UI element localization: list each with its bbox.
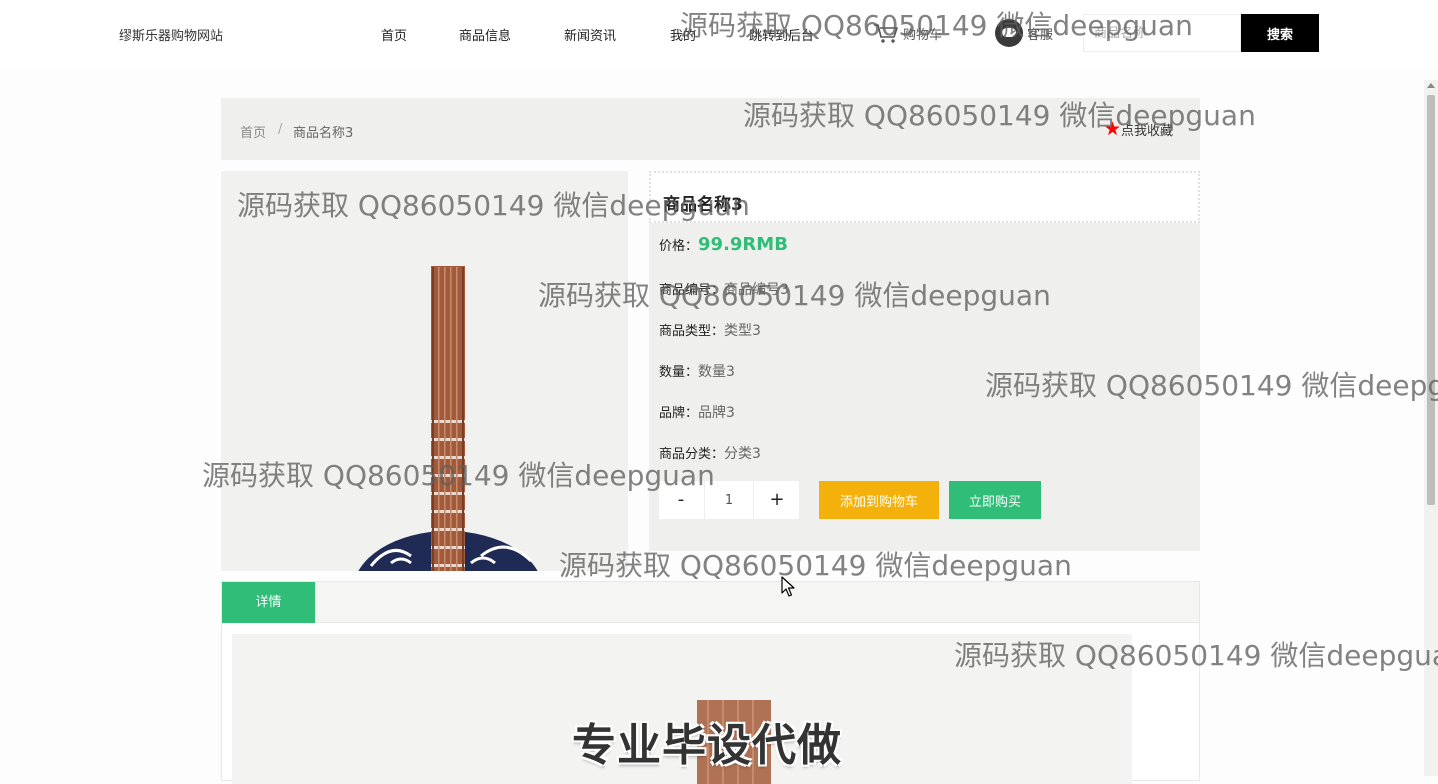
quantity-input[interactable] [704,481,754,519]
nav-news[interactable]: 新闻资讯 [564,25,616,44]
chat-bubble-icon [995,19,1023,47]
field-value: 类型3 [724,323,761,339]
field-row-quantity: 数量：数量3 [659,361,735,381]
breadcrumb: 首页 / 商品名称3 ★ 点我收藏 [221,98,1200,160]
field-label: 商品类型： [659,324,725,339]
page-scrollbar[interactable] [1424,80,1438,776]
breadcrumb-home[interactable]: 首页 [240,122,266,141]
field-value: 数量3 [698,364,735,380]
detail-section: 详情 专业毕设代做 [221,581,1200,784]
product-info-panel: 商品名称3 价格：99.9RMB 商品编号：商品编号3 商品类型：类型3 数量：… [649,171,1200,551]
price-row: 价格：99.9RMB [659,234,788,255]
mouse-cursor-icon [781,576,795,597]
add-to-cart-button[interactable]: 添加到购物车 [819,481,939,519]
search-button[interactable]: 搜索 [1241,14,1319,52]
breadcrumb-separator: / [278,122,283,137]
promo-text: 专业毕设代做 [572,720,842,771]
guitar-image [358,266,538,571]
top-navigation-bar: 缪斯乐器购物网站 首页 商品信息 新闻资讯 我的 跳转到后台 购物车 客服 搜索 [0,0,1438,68]
field-value: 分类3 [724,446,761,462]
product-name: 商品名称3 [663,195,743,215]
field-row-category: 商品分类：分类3 [659,443,761,463]
star-icon: ★ [1104,118,1122,140]
field-row-number: 商品编号：商品编号3 [659,279,789,299]
favorite-label: 点我收藏 [1121,124,1174,139]
field-label: 品牌： [659,406,699,421]
product-name-box: 商品名称3 [649,171,1200,223]
favorite-button[interactable]: ★ 点我收藏 [1104,118,1174,140]
field-value: 品牌3 [698,405,735,421]
nav-mine[interactable]: 我的 [670,25,696,44]
field-label: 商品分类： [659,447,725,462]
nav-admin[interactable]: 跳转到后台 [749,25,814,44]
nav-home[interactable]: 首页 [381,25,407,44]
buy-now-button[interactable]: 立即购买 [949,481,1041,519]
field-label: 数量： [659,365,699,380]
cart-icon [874,24,898,43]
field-value: 商品编号3 [724,282,789,298]
field-row-type: 商品类型：类型3 [659,320,761,340]
price-value: 99.9RMB [698,234,788,255]
nav-products[interactable]: 商品信息 [459,25,511,44]
site-title[interactable]: 缪斯乐器购物网站 [119,25,223,44]
scroll-thumb[interactable] [1427,95,1435,505]
detail-tab-bar: 详情 [222,582,1199,623]
service-label: 客服 [1027,27,1054,43]
decrease-button[interactable]: - [659,481,703,519]
cart-label: 购物车 [903,27,943,43]
breadcrumb-current: 商品名称3 [293,126,354,141]
scroll-up-arrow-icon[interactable] [1427,83,1435,88]
tab-detail[interactable]: 详情 [222,582,315,623]
product-image [221,171,628,571]
search-input[interactable] [1083,14,1241,52]
field-label: 商品编号： [659,283,725,298]
quantity-stepper: - + [659,481,799,519]
detail-image: 专业毕设代做 [232,634,1132,784]
field-row-brand: 品牌：品牌3 [659,402,735,422]
cart-link[interactable]: 购物车 [872,22,942,44]
price-label: 价格： [659,239,699,254]
increase-button[interactable]: + [755,481,799,519]
customer-service-link[interactable]: 客服 [995,19,1053,47]
